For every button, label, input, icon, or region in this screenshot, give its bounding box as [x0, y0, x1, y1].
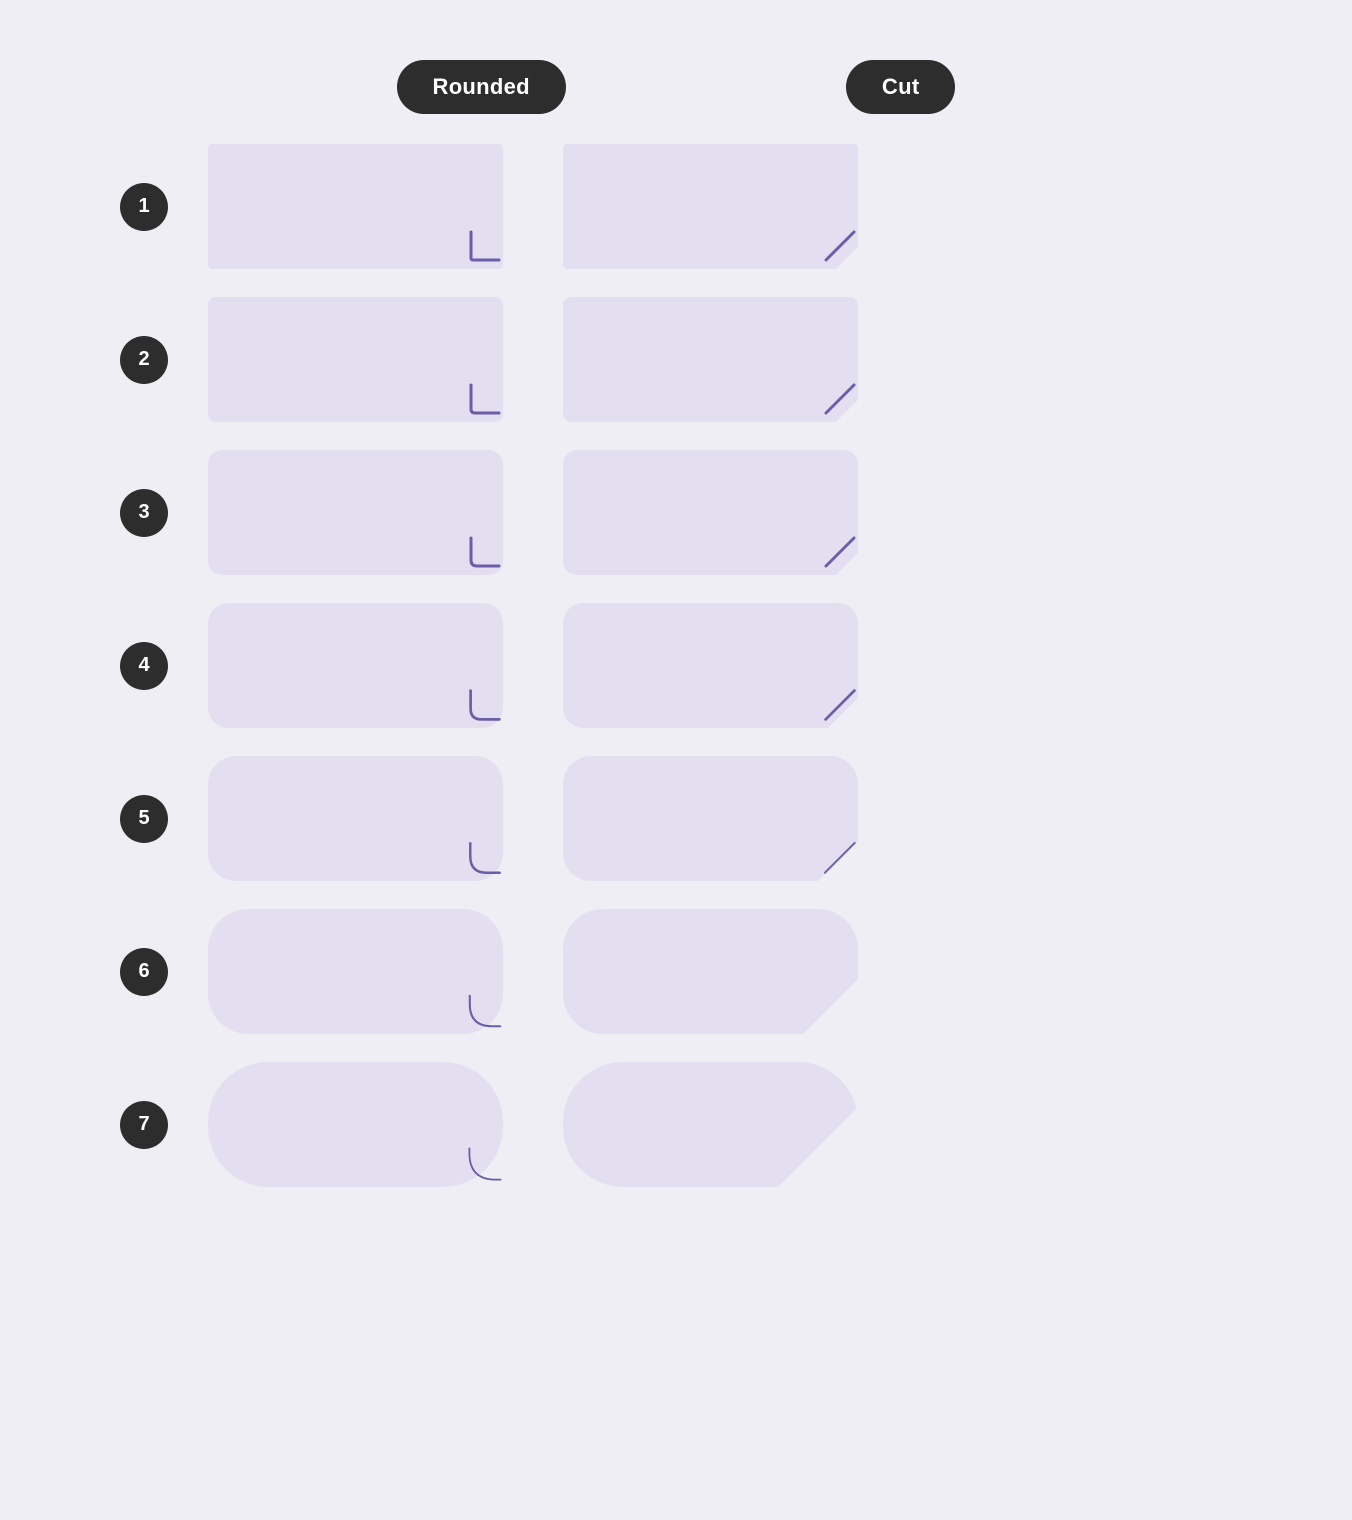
row-number-5: 5 — [120, 795, 168, 843]
cards-group-3 — [208, 450, 858, 575]
cut-corner-accent-2 — [822, 381, 858, 422]
cut-corner-accent-4 — [822, 687, 858, 728]
cut-card-7 — [563, 1062, 858, 1187]
cut-corner-accent-3 — [822, 534, 858, 575]
rounded-corner-accent-7 — [467, 1146, 503, 1187]
rounded-card-3 — [208, 450, 503, 575]
rounded-corner-accent-6 — [467, 993, 503, 1034]
cut-corner-accent-5 — [822, 840, 858, 881]
cards-group-4 — [208, 603, 858, 728]
cut-card-5 — [563, 756, 858, 881]
rounded-card-5 — [208, 756, 503, 881]
row-number-6: 6 — [120, 948, 168, 996]
main-content: 1 2 — [0, 144, 1352, 1187]
cut-card-4 — [563, 603, 858, 728]
row-7: 7 — [120, 1062, 858, 1187]
row-number-4: 4 — [120, 642, 168, 690]
row-6: 6 — [120, 909, 858, 1034]
page-header: Rounded Cut — [0, 0, 1352, 114]
cards-group-6 — [208, 909, 858, 1034]
cut-card-6 — [563, 909, 858, 1034]
row-number-3: 3 — [120, 489, 168, 537]
rounded-corner-accent-1 — [467, 228, 503, 269]
rounded-card-2 — [208, 297, 503, 422]
row-number-7: 7 — [120, 1101, 168, 1149]
rounded-card-7 — [208, 1062, 503, 1187]
row-1: 1 — [120, 144, 858, 269]
row-2: 2 — [120, 297, 858, 422]
cut-corner-accent-1 — [822, 228, 858, 269]
cut-corner-accent-7 — [822, 1146, 858, 1187]
row-3: 3 — [120, 450, 858, 575]
cut-label: Cut — [846, 60, 956, 114]
cards-group-5 — [208, 756, 858, 881]
cut-corner-accent-6 — [822, 993, 858, 1034]
rounded-label: Rounded — [397, 60, 566, 114]
rounded-card-1 — [208, 144, 503, 269]
rounded-corner-accent-3 — [467, 534, 503, 575]
cut-card-1 — [563, 144, 858, 269]
rounded-card-4 — [208, 603, 503, 728]
cards-group-1 — [208, 144, 858, 269]
cut-card-3 — [563, 450, 858, 575]
cards-group-2 — [208, 297, 858, 422]
row-5: 5 — [120, 756, 858, 881]
rounded-card-6 — [208, 909, 503, 1034]
row-4: 4 — [120, 603, 858, 728]
rounded-corner-accent-2 — [467, 381, 503, 422]
cut-card-2 — [563, 297, 858, 422]
rounded-corner-accent-4 — [467, 687, 503, 728]
row-number-2: 2 — [120, 336, 168, 384]
row-number-1: 1 — [120, 183, 168, 231]
cards-group-7 — [208, 1062, 858, 1187]
rounded-corner-accent-5 — [467, 840, 503, 881]
